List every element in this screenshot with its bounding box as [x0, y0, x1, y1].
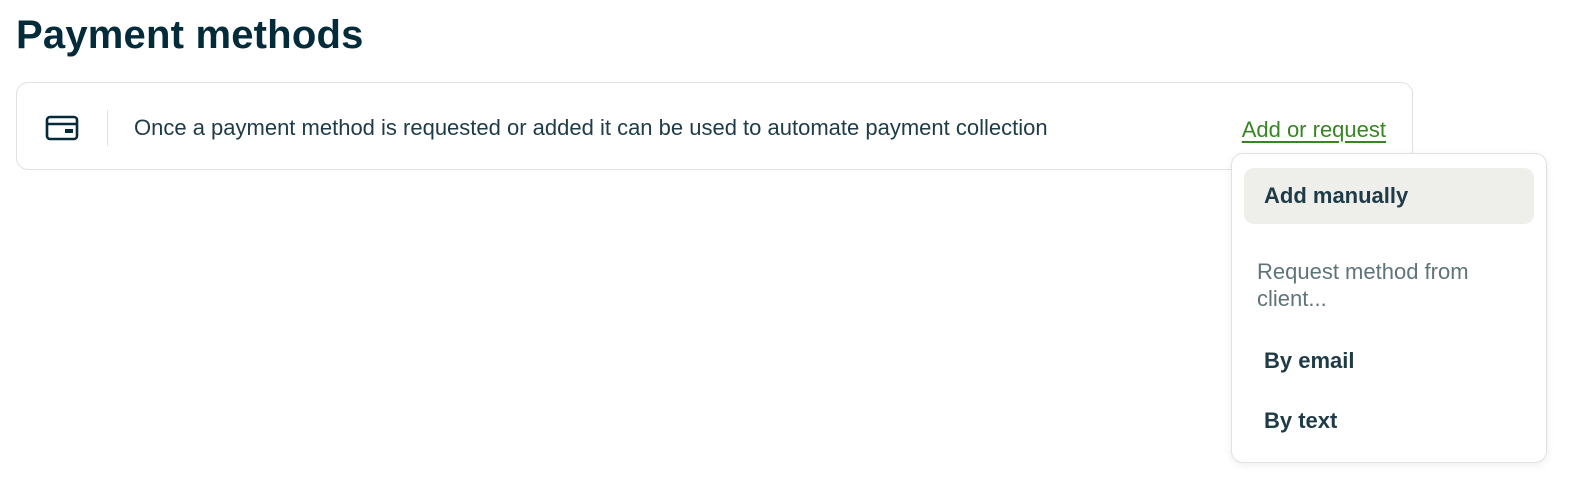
- page: Payment methods Once a payment method is…: [0, 0, 1580, 498]
- credit-card-icon: [45, 115, 79, 141]
- page-title: Payment methods: [16, 13, 364, 57]
- add-or-request-link[interactable]: Add or request: [1242, 116, 1386, 144]
- add-or-request-dropdown-menu: Add manually Request method from client.…: [1231, 153, 1547, 463]
- payment-methods-card: Once a payment method is requested or ad…: [16, 82, 1413, 170]
- menu-item-by-text[interactable]: By text: [1244, 393, 1534, 449]
- card-divider: [107, 110, 108, 146]
- menu-item-by-email[interactable]: By email: [1244, 333, 1534, 389]
- menu-item-add-manually[interactable]: Add manually: [1244, 168, 1534, 224]
- menu-group-label: Request method from client...: [1257, 259, 1469, 311]
- card-message: Once a payment method is requested or ad…: [134, 115, 1048, 140]
